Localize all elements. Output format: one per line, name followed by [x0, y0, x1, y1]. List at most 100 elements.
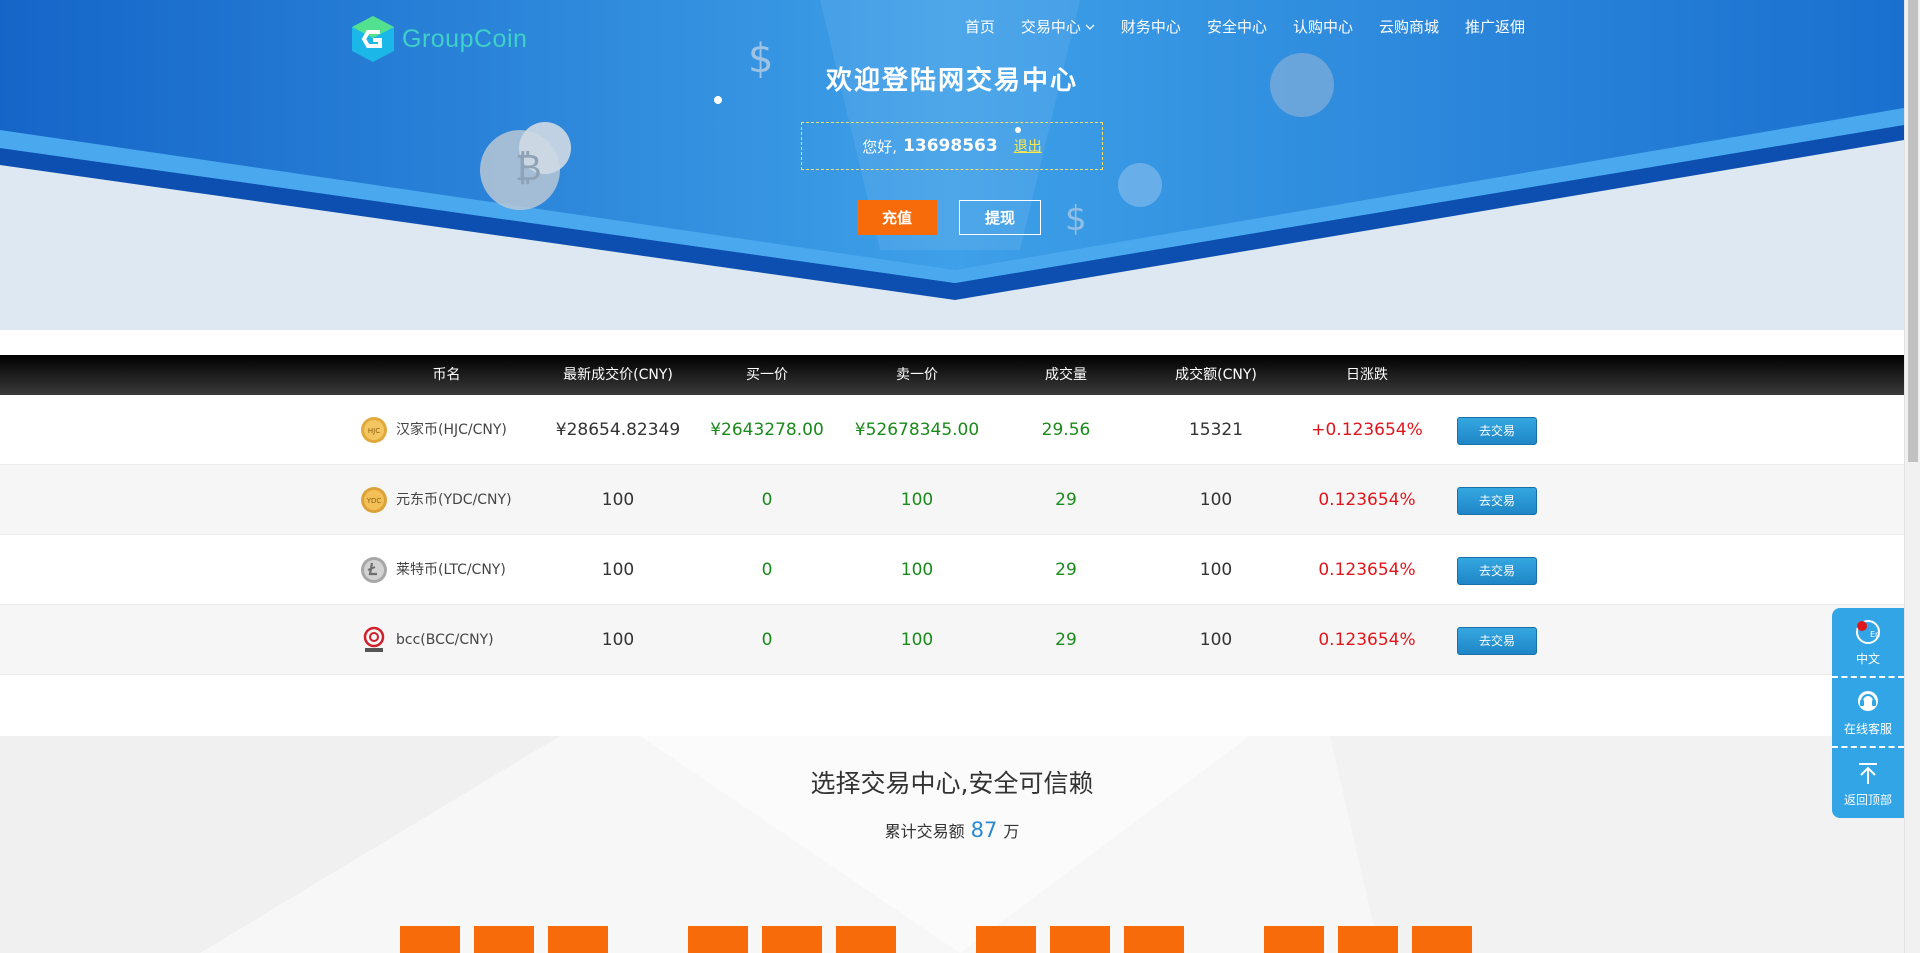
- nav-label: 推广返佣: [1464, 18, 1525, 36]
- header-last-price: 最新成交价(CNY): [563, 367, 673, 383]
- svg-text:YDC: YDC: [366, 497, 382, 505]
- trade-button[interactable]: 去交易: [1457, 557, 1537, 585]
- scrollbar-thumb[interactable]: [1908, 0, 1918, 462]
- table-row: 莱特币(LTC/CNY) 100 0 100 29 100 0.123654% …: [0, 535, 1904, 605]
- greeting-text: 您好,: [862, 137, 898, 156]
- svg-text:HJC: HJC: [368, 427, 380, 435]
- online-service[interactable]: 在线客服: [1832, 678, 1904, 748]
- header-coin-name: 币名: [432, 367, 461, 383]
- stats-subtitle: 累计交易额 87 万: [0, 818, 1904, 842]
- coin-name: 元东币(YDC/CNY): [396, 492, 512, 508]
- last-price: ¥28654.82349: [555, 420, 681, 440]
- back-to-top-icon: [1859, 762, 1877, 784]
- trade-button[interactable]: 去交易: [1457, 627, 1537, 655]
- svg-text:₿: ₿: [515, 148, 542, 189]
- last-price: 100: [601, 490, 635, 510]
- deposit-button[interactable]: 充值: [857, 200, 937, 235]
- customer-service-icon: [1858, 690, 1878, 711]
- counter-digit: [400, 926, 460, 953]
- trade-button[interactable]: 去交易: [1457, 487, 1537, 515]
- nav-label: 财务中心: [1120, 18, 1181, 36]
- counter-digit: [976, 926, 1036, 953]
- sell-price: ¥52678345.00: [854, 420, 980, 440]
- counter-digit: [1124, 926, 1184, 953]
- volume: 29: [1055, 490, 1077, 510]
- user-greeting-box: 您好, 13698563 退出: [801, 122, 1103, 170]
- back-to-top[interactable]: 返回顶部: [1832, 748, 1904, 818]
- counter-digit: [762, 926, 822, 953]
- language-switch[interactable]: En 中文: [1832, 608, 1904, 678]
- sell-price: 100: [900, 490, 934, 510]
- trade-button[interactable]: 去交易: [1457, 417, 1537, 445]
- nav-subscription-center[interactable]: 认购中心: [1280, 16, 1366, 37]
- svg-text:En: En: [1870, 630, 1880, 639]
- amount: 100: [1199, 490, 1233, 510]
- nav-referral[interactable]: 推广返佣: [1452, 16, 1538, 37]
- nav-label: 安全中心: [1206, 18, 1267, 36]
- sell-price: 100: [900, 560, 934, 580]
- nav-cloud-mall[interactable]: 云购商城: [1366, 16, 1452, 37]
- header-volume: 成交量: [1045, 367, 1087, 383]
- sidebar-label: 中文: [1855, 651, 1880, 666]
- counter-digit: [688, 926, 748, 953]
- buy-price: 0: [761, 630, 773, 650]
- counter-digit: [474, 926, 534, 953]
- coin-name-cell: HJC 汉家币(HJC/CNY): [360, 395, 540, 465]
- last-price: 100: [601, 630, 635, 650]
- coin-name-cell: bcc(BCC/CNY): [360, 605, 540, 675]
- nav-home[interactable]: 首页: [952, 16, 1008, 37]
- counter-digit: [548, 926, 608, 953]
- nav-trade-center[interactable]: 交易中心: [1008, 16, 1108, 37]
- site-logo[interactable]: GroupCoin: [350, 14, 527, 64]
- sidebar-label: 在线客服: [1843, 721, 1892, 736]
- counter-digit: [836, 926, 896, 953]
- volume: 29: [1055, 560, 1077, 580]
- counter-digits: [0, 926, 1904, 953]
- language-icon: En: [1856, 619, 1880, 644]
- coin-name-cell: YDC 元东币(YDC/CNY): [360, 465, 540, 535]
- bcc-coin-icon: [363, 626, 385, 652]
- daily-change: +0.123654%: [1311, 420, 1423, 440]
- header-sell-price: 卖一价: [896, 367, 938, 383]
- volume: 29: [1055, 630, 1077, 650]
- svg-text:$: $: [1065, 199, 1087, 239]
- counter-digit: [1338, 926, 1398, 953]
- action-cell: 去交易: [1457, 535, 1537, 605]
- market-table: 币名 最新成交价(CNY) 买一价 卖一价 成交量 成交额(CNY) 日涨跌 H…: [0, 355, 1904, 675]
- page-scrollbar[interactable]: [1904, 0, 1920, 953]
- ltc-coin-icon: [361, 557, 387, 583]
- stats-unit: 万: [1003, 822, 1020, 841]
- logout-link[interactable]: 退出: [1014, 136, 1042, 156]
- header-buy-price: 买一价: [746, 367, 788, 383]
- nav-security-center[interactable]: 安全中心: [1194, 16, 1280, 37]
- table-row: YDC 元东币(YDC/CNY) 100 0 100 29 100 0.1236…: [0, 465, 1904, 535]
- action-cell: 去交易: [1457, 605, 1537, 675]
- stats-title: 选择交易中心,安全可信赖: [810, 769, 1094, 798]
- daily-change: 0.123654%: [1318, 560, 1416, 580]
- amount: 100: [1199, 560, 1233, 580]
- username: 13698563: [903, 136, 998, 156]
- buy-price: 0: [761, 560, 773, 580]
- nav-label: 认购中心: [1292, 18, 1353, 36]
- counter-digit: [1264, 926, 1324, 953]
- amount: 15321: [1188, 420, 1244, 440]
- withdraw-button[interactable]: 提现: [959, 200, 1041, 235]
- floating-sidebar: En 中文 在线客服 返回顶部: [1832, 608, 1904, 818]
- coin-name: bcc(BCC/CNY): [396, 632, 494, 648]
- action-cell: 去交易: [1457, 465, 1537, 535]
- counter-digit: [1412, 926, 1472, 953]
- daily-change: 0.123654%: [1318, 630, 1416, 650]
- nav-label: 首页: [964, 18, 995, 36]
- amount: 100: [1199, 630, 1233, 650]
- logo-text: GroupCoin: [402, 24, 528, 53]
- coin-name: 莱特币(LTC/CNY): [396, 562, 506, 578]
- action-cell: 去交易: [1457, 395, 1537, 465]
- main-nav: 首页 交易中心 财务中心 安全中心 认购中心 云购商城 推广返佣: [952, 16, 1538, 37]
- table-header: 币名 最新成交价(CNY) 买一价 卖一价 成交量 成交额(CNY) 日涨跌: [0, 355, 1904, 395]
- logo-mark-icon: [352, 16, 394, 62]
- nav-finance-center[interactable]: 财务中心: [1108, 16, 1194, 37]
- header-amount: 成交额(CNY): [1175, 367, 1257, 383]
- sidebar-label: 返回顶部: [1843, 792, 1892, 807]
- table-row: HJC 汉家币(HJC/CNY) ¥28654.82349 ¥2643278.0…: [0, 395, 1904, 465]
- nav-label: 云购商城: [1378, 18, 1439, 36]
